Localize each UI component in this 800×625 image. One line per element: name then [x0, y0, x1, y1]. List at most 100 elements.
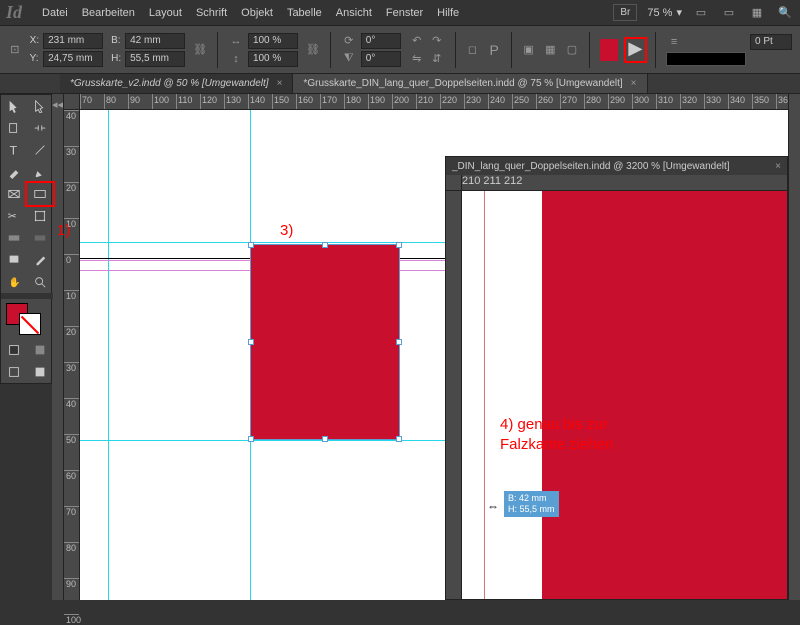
control-bar: ⊡ X: Y: B: H: ⛓ ↔ ↕ ⛓ ⟳ ⧨ ↶ ↷ ⇋ ⇵ ◻ P ▣ …: [0, 26, 800, 74]
gradient-feather-tool[interactable]: [27, 227, 53, 249]
resize-cursor-icon: ⇔: [487, 499, 499, 513]
fit-frame-icon[interactable]: ▦: [543, 42, 557, 58]
menu-bar: Id Datei Bearbeiten Layout Schrift Objek…: [0, 0, 800, 26]
w-label: B:: [111, 35, 121, 46]
doc-tab-2[interactable]: *Grusskarte_DIN_lang_quer_Doppelseiten.i…: [293, 74, 647, 93]
tooltip-width: B: 42 mm: [508, 493, 555, 504]
panel-collapse-left[interactable]: ◂◂: [52, 94, 64, 600]
select-content-icon[interactable]: P: [487, 42, 501, 58]
float-ruler-h[interactable]: 210 211 212: [462, 175, 787, 191]
float-ruler-v[interactable]: [446, 191, 462, 599]
menu-hilfe[interactable]: Hilfe: [437, 7, 459, 19]
menu-fenster[interactable]: Fenster: [386, 7, 423, 19]
flip-v-icon[interactable]: ⇵: [429, 51, 445, 67]
floating-document-window[interactable]: _DIN_lang_quer_Doppelseiten.indd @ 3200 …: [445, 156, 788, 600]
gap-tool[interactable]: [27, 117, 53, 139]
h-label: H:: [111, 53, 121, 64]
menu-schrift[interactable]: Schrift: [196, 7, 227, 19]
search-icon[interactable]: 🔍: [776, 4, 794, 22]
color-swatch-area[interactable]: [1, 299, 53, 339]
select-container-icon[interactable]: ◻: [466, 42, 480, 58]
hand-tool[interactable]: ✋: [1, 271, 27, 293]
stroke-weight-icon: ≡: [666, 34, 682, 50]
scale-x-input[interactable]: [248, 33, 298, 49]
scissors-tool[interactable]: ✂: [1, 205, 27, 227]
close-icon[interactable]: ×: [775, 161, 781, 172]
close-icon[interactable]: ×: [631, 78, 637, 89]
stroke-swatch[interactable]: [19, 313, 41, 335]
ruler-tick: 212: [504, 175, 522, 187]
fill-color-swatch[interactable]: [600, 39, 619, 61]
selection-tool[interactable]: [1, 95, 27, 117]
ruler-tick: 210: [462, 175, 480, 187]
line-tool[interactable]: [27, 139, 53, 161]
normal-view-icon[interactable]: [1, 361, 27, 383]
zoom-value: 75 %: [647, 7, 672, 19]
zoom-tool[interactable]: [27, 271, 53, 293]
y-input[interactable]: [43, 51, 103, 67]
menu-ansicht[interactable]: Ansicht: [336, 7, 372, 19]
formatting-affects-icon[interactable]: [626, 39, 645, 61]
rotate-input[interactable]: [361, 33, 401, 49]
fold-line: [484, 191, 485, 599]
shear-input[interactable]: [361, 51, 401, 67]
guide-vertical[interactable]: [108, 110, 109, 600]
w-input[interactable]: [125, 33, 185, 49]
menu-tabelle[interactable]: Tabelle: [287, 7, 322, 19]
fit-content-icon[interactable]: ▣: [522, 42, 536, 58]
ruler-origin[interactable]: [64, 94, 80, 110]
center-content-icon[interactable]: ▢: [565, 42, 579, 58]
stroke-style-select[interactable]: [666, 52, 746, 66]
close-icon[interactable]: ×: [277, 78, 283, 89]
note-tool[interactable]: [1, 249, 27, 271]
toolbox: T ✂ ✋: [0, 94, 52, 384]
ruler-horizontal[interactable]: 7080901001101201301401501601701801902002…: [80, 94, 788, 110]
preview-view-icon[interactable]: [27, 361, 53, 383]
free-transform-tool[interactable]: [27, 205, 53, 227]
apply-gradient-icon[interactable]: [27, 339, 53, 361]
float-titlebar[interactable]: _DIN_lang_quer_Doppelseiten.indd @ 3200 …: [446, 157, 787, 175]
rotate-ccw-icon[interactable]: ↶: [409, 33, 425, 49]
link-wh-icon[interactable]: ⛓: [193, 42, 207, 58]
stroke-weight-input[interactable]: [750, 34, 792, 50]
doc-tab-1[interactable]: *Grusskarte_v2.indd @ 50 % [Umgewandelt]…: [60, 74, 293, 93]
float-canvas[interactable]: ⇔ B: 42 mm H: 55,5 mm: [462, 191, 787, 599]
flip-h-icon[interactable]: ⇋: [409, 51, 425, 67]
gradient-swatch-tool[interactable]: [1, 227, 27, 249]
h-input[interactable]: [125, 51, 185, 67]
menu-datei[interactable]: Datei: [42, 7, 68, 19]
eyedropper-tool[interactable]: [27, 249, 53, 271]
float-title: _DIN_lang_quer_Doppelseiten.indd @ 3200 …: [452, 161, 730, 172]
ruler-vertical[interactable]: 403020100102030405060708090100: [64, 110, 80, 600]
apply-color-icon[interactable]: [1, 339, 27, 361]
direct-selection-tool[interactable]: [27, 95, 53, 117]
scale-x-icon: ↔: [228, 33, 244, 49]
menu-layout[interactable]: Layout: [149, 7, 182, 19]
link-scale-icon[interactable]: ⛓: [306, 42, 320, 58]
screen-mode-icon[interactable]: ▭: [720, 4, 738, 22]
rotate-cw-icon[interactable]: ↷: [429, 33, 445, 49]
menu-objekt[interactable]: Objekt: [241, 7, 273, 19]
menu-bearbeiten[interactable]: Bearbeiten: [82, 7, 135, 19]
bridge-button[interactable]: Br: [613, 4, 637, 21]
x-input[interactable]: [43, 33, 103, 49]
pen-tool[interactable]: [1, 161, 27, 183]
pencil-tool[interactable]: [27, 161, 53, 183]
y-label: Y:: [30, 53, 39, 64]
type-tool[interactable]: T: [1, 139, 27, 161]
rectangle-frame-tool[interactable]: [1, 183, 27, 205]
scale-y-input[interactable]: [248, 51, 298, 67]
panel-dock-right[interactable]: [788, 94, 800, 600]
view-mode-icon[interactable]: ▭: [692, 4, 710, 22]
arrange-icon[interactable]: ▦: [748, 4, 766, 22]
ruler-origin[interactable]: [446, 175, 462, 191]
rectangle-tool[interactable]: [27, 183, 53, 205]
doc-tab-label: *Grusskarte_v2.indd @ 50 % [Umgewandelt]: [70, 78, 269, 89]
svg-text:✋: ✋: [9, 277, 21, 289]
page-tool[interactable]: [1, 117, 27, 139]
reference-point-icon[interactable]: ⊡: [8, 42, 22, 58]
zoom-level[interactable]: 75 % ▾: [647, 6, 682, 19]
red-rectangle[interactable]: [250, 244, 400, 440]
x-label: X:: [30, 35, 39, 46]
red-rectangle-zoomed[interactable]: [542, 191, 787, 599]
